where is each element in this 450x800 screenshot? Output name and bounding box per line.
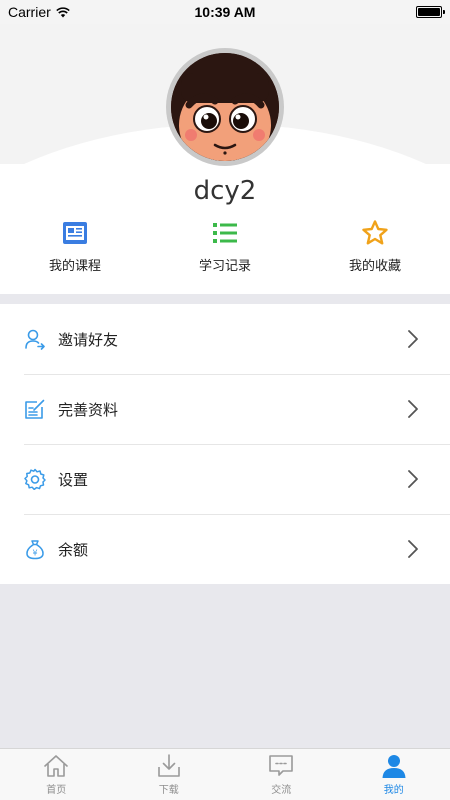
chevron-right-icon — [408, 400, 418, 418]
battery-icon — [416, 6, 445, 18]
study-record-label: 学习记录 — [198, 259, 251, 274]
list-icon — [213, 223, 237, 243]
download-icon — [157, 754, 180, 777]
invite-friends-label: 邀请好友 — [58, 330, 119, 349]
tab-bar: 首页 下载 交流 我的 — [0, 748, 450, 800]
study-record-button[interactable]: 学习记录 — [150, 219, 300, 274]
tab-download[interactable]: 下载 — [113, 749, 226, 800]
menu-item-invite-friends[interactable]: 邀请好友 — [0, 304, 450, 374]
my-courses-button[interactable]: 我的课程 — [0, 219, 150, 274]
svg-text:¥: ¥ — [32, 549, 37, 558]
quick-actions: 我的课程 学习记录 我的收藏 — [0, 219, 450, 274]
status-bar: Carrier 10:39 AM — [0, 0, 450, 24]
tab-chat-label: 交流 — [271, 785, 292, 796]
avatar[interactable] — [166, 48, 284, 166]
my-favorites-button[interactable]: 我的收藏 — [300, 219, 450, 274]
balance-label: 余额 — [58, 540, 89, 559]
tab-home-label: 首页 — [46, 785, 67, 796]
money-bag-icon: ¥ — [26, 540, 44, 560]
menu-item-settings[interactable]: 设置 — [0, 444, 450, 514]
invite-user-icon — [25, 329, 45, 350]
chevron-right-icon — [408, 540, 418, 558]
tab-chat[interactable]: 交流 — [225, 749, 338, 800]
my-favorites-label: 我的收藏 — [348, 259, 401, 274]
tab-mine-label: 我的 — [383, 785, 404, 796]
tab-home[interactable]: 首页 — [0, 749, 113, 800]
home-icon — [44, 755, 69, 777]
my-courses-label: 我的课程 — [48, 259, 101, 274]
chevron-right-icon — [408, 330, 418, 348]
avatar-face-image — [171, 53, 279, 161]
profile-header: dcy2 我的课程 学习记录 我的收藏 — [0, 24, 450, 294]
complete-profile-label: 完善资料 — [58, 400, 119, 419]
chat-icon — [269, 755, 294, 776]
username: dcy2 — [193, 176, 257, 206]
menu-item-balance[interactable]: ¥ 余额 — [0, 514, 450, 584]
chevron-right-icon — [408, 470, 418, 488]
status-time: 10:39 AM — [194, 4, 256, 20]
course-icon — [63, 222, 87, 244]
menu-item-complete-profile[interactable]: 完善资料 — [0, 374, 450, 444]
menu-list: 邀请好友 完善资料 设置 ¥ 余额 — [0, 304, 450, 584]
person-icon — [382, 755, 406, 778]
gear-icon — [24, 468, 46, 490]
star-icon — [362, 220, 388, 245]
tab-download-label: 下载 — [158, 785, 179, 796]
tab-mine[interactable]: 我的 — [338, 749, 450, 800]
settings-label: 设置 — [58, 470, 89, 489]
edit-profile-icon — [25, 399, 45, 419]
